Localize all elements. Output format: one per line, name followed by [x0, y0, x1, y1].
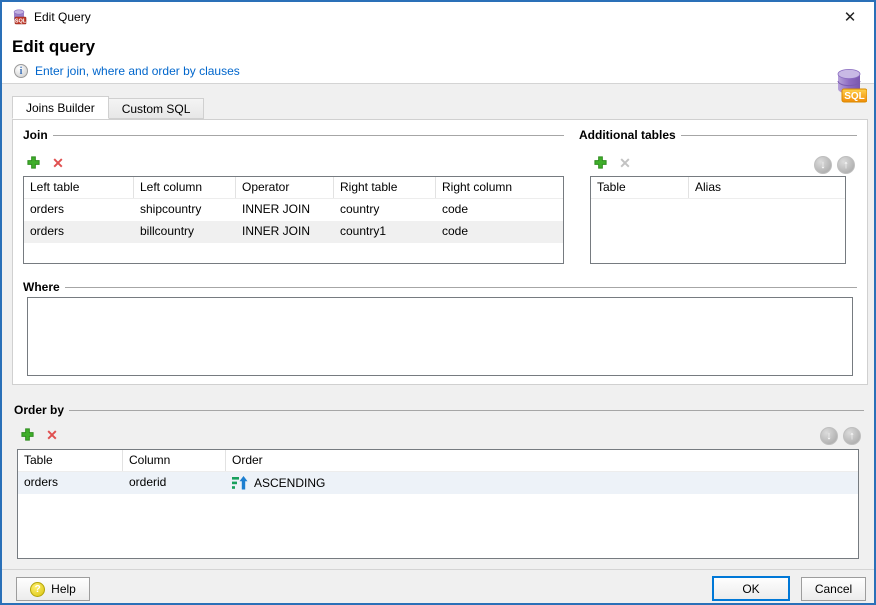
column-header[interactable]: Column — [123, 450, 226, 471]
footer-bar: ? Help OK Cancel — [2, 569, 874, 603]
delete-table-button[interactable]: ✕ — [616, 154, 634, 171]
cell-right-column: code — [436, 221, 563, 243]
column-header[interactable]: Table — [18, 450, 123, 471]
move-up-icon[interactable]: ↑ — [843, 427, 861, 445]
additional-tables-table[interactable]: Table Alias — [590, 176, 846, 264]
tab-custom-sql[interactable]: Custom SQL — [108, 98, 205, 119]
move-down-icon[interactable]: ↓ — [814, 156, 832, 174]
order-direction-text: ASCENDING — [254, 473, 325, 494]
join-table-header: Left table Left column Operator Right ta… — [24, 177, 563, 199]
svg-text:SQL: SQL — [15, 19, 27, 25]
column-header[interactable]: Alias — [689, 177, 845, 198]
page-subtitle: i Enter join, where and order by clauses — [14, 64, 240, 78]
join-toolbar: ✕ — [24, 154, 74, 171]
svg-text:SQL: SQL — [844, 91, 865, 102]
cell-right-column: code — [436, 199, 563, 221]
title-bar: SQL Edit Query ✕ — [2, 2, 874, 32]
sql-window-icon: SQL — [11, 9, 27, 25]
cell-column: orderid — [123, 472, 226, 494]
join-group-header: Join — [23, 127, 564, 142]
cancel-button-label: Cancel — [815, 582, 852, 596]
column-header[interactable]: Right table — [334, 177, 436, 198]
cell-right-table: country1 — [334, 221, 436, 243]
tab-strip: Joins Builder Custom SQL — [12, 96, 203, 119]
column-header[interactable]: Left table — [24, 177, 134, 198]
join-table[interactable]: Left table Left column Operator Right ta… — [23, 176, 564, 264]
subtitle-text: Enter join, where and order by clauses — [35, 64, 240, 78]
cell-left-column: shipcountry — [134, 199, 236, 221]
cell-right-table: country — [334, 199, 436, 221]
cell-table: orders — [18, 472, 123, 494]
delete-icon: ✕ — [46, 427, 58, 443]
where-group-label: Where — [23, 280, 60, 294]
where-input[interactable] — [27, 297, 853, 376]
help-button-label: Help — [51, 582, 76, 596]
table-row[interactable]: orders orderid ASCENDING — [18, 472, 858, 494]
additional-tables-header: Table Alias — [591, 177, 845, 199]
additional-tables-toolbar: ✕ — [591, 154, 641, 171]
sort-ascending-icon — [232, 476, 248, 490]
cell-operator: INNER JOIN — [236, 199, 334, 221]
cell-left-table: orders — [24, 221, 134, 243]
cell-operator: INNER JOIN — [236, 221, 334, 243]
delete-order-button[interactable]: ✕ — [43, 426, 61, 443]
help-button[interactable]: ? Help — [16, 577, 90, 601]
order-by-move-buttons: ↓ ↑ — [815, 427, 861, 445]
delete-icon: ✕ — [619, 155, 631, 171]
move-down-icon[interactable]: ↓ — [820, 427, 838, 445]
column-header[interactable]: Left column — [134, 177, 236, 198]
column-header[interactable]: Operator — [236, 177, 334, 198]
add-join-button[interactable] — [24, 154, 42, 171]
move-up-icon[interactable]: ↑ — [837, 156, 855, 174]
delete-icon: ✕ — [52, 155, 64, 171]
ok-button[interactable]: OK — [712, 576, 790, 601]
order-by-label: Order by — [14, 403, 64, 417]
window-title: Edit Query — [34, 2, 91, 32]
where-group-header: Where — [23, 279, 857, 294]
join-group-line — [53, 135, 564, 136]
table-row[interactable]: orders shipcountry INNER JOIN country co… — [24, 199, 563, 221]
edit-query-dialog: SQL Edit Query ✕ Edit query i Enter join… — [0, 0, 876, 605]
order-by-group-header: Order by — [14, 402, 864, 417]
info-icon: i — [14, 64, 28, 78]
column-header[interactable]: Order — [226, 450, 858, 471]
column-header[interactable]: Table — [591, 177, 689, 198]
cell-left-table: orders — [24, 199, 134, 221]
ok-button-label: OK — [742, 582, 759, 596]
additional-tables-line — [681, 135, 857, 136]
add-table-button[interactable] — [591, 154, 609, 171]
additional-tables-group-header: Additional tables — [579, 127, 857, 142]
add-order-button[interactable] — [18, 426, 36, 443]
cell-left-column: billcountry — [134, 221, 236, 243]
table-row[interactable]: orders billcountry INNER JOIN country1 c… — [24, 221, 563, 243]
column-header[interactable]: Right column — [436, 177, 563, 198]
additional-tables-label: Additional tables — [579, 128, 676, 142]
order-by-table[interactable]: Table Column Order orders orderid ASCEND… — [17, 449, 859, 559]
close-icon[interactable]: ✕ — [834, 2, 866, 32]
page-title: Edit query — [12, 37, 95, 57]
where-group-line — [65, 287, 857, 288]
order-by-toolbar: ✕ — [18, 426, 68, 443]
help-icon: ? — [30, 582, 45, 597]
order-by-header: Table Column Order — [18, 450, 858, 472]
delete-join-button[interactable]: ✕ — [49, 154, 67, 171]
additional-tables-move-buttons: ↓ ↑ — [809, 156, 855, 174]
cancel-button[interactable]: Cancel — [801, 577, 866, 601]
order-by-line — [69, 410, 864, 411]
dialog-header: Edit query i Enter join, where and order… — [2, 32, 874, 84]
sql-database-icon: SQL — [831, 68, 867, 104]
join-group-label: Join — [23, 128, 48, 142]
joins-builder-page: Join ✕ Left table Left column Operator R… — [12, 119, 868, 385]
cell-order: ASCENDING — [226, 472, 858, 494]
tab-joins-builder[interactable]: Joins Builder — [12, 96, 109, 119]
